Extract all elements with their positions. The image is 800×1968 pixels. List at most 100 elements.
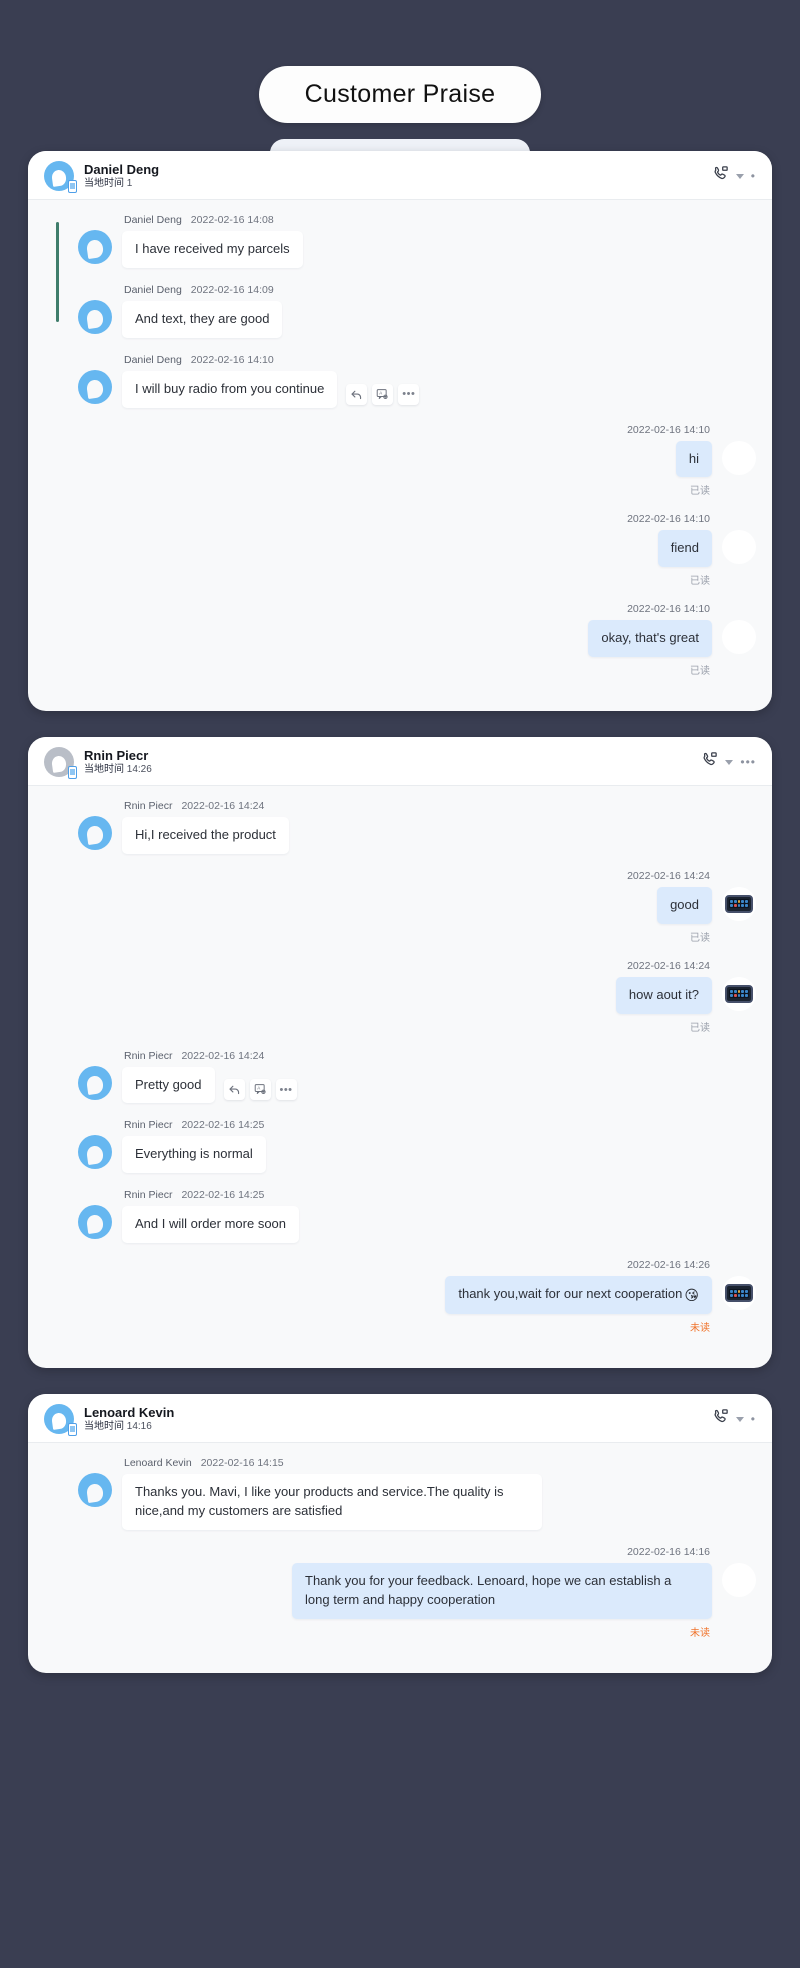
- phone-video-icon[interactable]: [712, 165, 729, 187]
- contact-local-time: 当地时间 1: [84, 177, 133, 189]
- message-meta: Rnin Piecr 2022-02-16 14:25: [124, 1189, 299, 1201]
- message-meta: Rnin Piecr 2022-02-16 14:25: [124, 1119, 266, 1131]
- more-options-icon[interactable]: •••: [398, 383, 420, 405]
- message-meta: Daniel Deng 2022-02-16 14:08: [124, 214, 303, 226]
- message-sender: Rnin Piecr: [124, 800, 173, 813]
- message-bubble[interactable]: how aout it?: [615, 976, 712, 1014]
- contact-droplet-avatar: [78, 1473, 112, 1508]
- avatar: [78, 1065, 112, 1100]
- read-status-badge: 未读: [690, 1627, 710, 1639]
- message-time: 2022-02-16 14:24: [181, 800, 265, 813]
- message-time: 2022-02-16 14:25: [181, 1189, 265, 1202]
- message-row-outgoing: 2022-02-16 14:16 Thank you for your feedb…: [44, 1546, 756, 1639]
- message-bubble[interactable]: Thank you for your feedback. Lenoard, ho…: [292, 1563, 712, 1619]
- message-bubble[interactable]: I will buy radio from you continue: [122, 370, 338, 408]
- message-bubble[interactable]: Hi,I received the product: [122, 817, 289, 854]
- chat-card-list: Daniel Deng 当地时间 1 • Daniel Deng 2022-02-16 …: [0, 151, 800, 1673]
- reply-icon[interactable]: [346, 383, 368, 405]
- read-status-badge: 已读: [690, 576, 710, 588]
- avatar: [722, 976, 756, 1011]
- message-row-outgoing: 2022-02-16 14:24 good 已读: [44, 870, 756, 944]
- message-bubble[interactable]: fiend: [657, 530, 712, 568]
- chat-card-header: Rnin Piecr 当地时间 14:26 •••: [28, 737, 772, 787]
- contact-droplet-avatar: [78, 1135, 112, 1170]
- message-sender: Rnin Piecr: [124, 1189, 173, 1202]
- avatar: [78, 1473, 112, 1508]
- message-bubble[interactable]: okay, that's great: [588, 620, 712, 658]
- message-bubble[interactable]: Everything is normal: [122, 1136, 266, 1174]
- mobile-badge-icon: [68, 766, 77, 780]
- message-time: 2022-02-16 14:16: [627, 1546, 710, 1559]
- message-sender: Daniel Deng: [124, 214, 182, 226]
- reply-icon[interactable]: [223, 1079, 245, 1101]
- contact-droplet-avatar: [78, 299, 112, 334]
- more-options-icon[interactable]: •••: [740, 756, 756, 768]
- message-bubble[interactable]: hi: [675, 440, 712, 478]
- message-actions[interactable]: A •••: [346, 383, 420, 405]
- contact-avatar: [44, 1404, 77, 1437]
- message-row-outgoing: 2022-02-16 14:26 thank you,wait for our n…: [44, 1259, 756, 1334]
- chevron-down-icon[interactable]: [735, 1416, 744, 1422]
- message-actions[interactable]: A •••: [223, 1079, 297, 1101]
- avatar: [722, 886, 756, 921]
- avatar: [78, 299, 112, 334]
- read-status-badge: 已读: [690, 1022, 710, 1034]
- chat-message-list: Daniel Deng 2022-02-16 14:08 I have receiv…: [28, 200, 772, 711]
- contact-droplet-avatar: [78, 230, 112, 264]
- message-time: 2022-02-16 14:15: [200, 1457, 284, 1470]
- mobile-badge-icon: [68, 1423, 77, 1437]
- message-row-incoming: Daniel Deng 2022-02-16 14:09 And text, the…: [44, 284, 756, 338]
- translate-icon[interactable]: A: [249, 1079, 271, 1101]
- message-time: 2022-02-16 14:26: [627, 1259, 710, 1272]
- message-meta: Daniel Deng 2022-02-16 14:10: [124, 354, 419, 366]
- message-row-outgoing: 2022-02-16 14:24 how aout it? 已读: [44, 960, 756, 1034]
- more-options-icon[interactable]: •••: [275, 1079, 297, 1101]
- message-bubble[interactable]: Pretty good: [122, 1066, 215, 1104]
- message-time: 2022-02-16 14:10: [627, 513, 710, 526]
- message-bubble[interactable]: And I will order more soon: [122, 1206, 300, 1244]
- message-row-incoming: Rnin Piecr 2022-02-16 14:25 Everything is …: [44, 1119, 756, 1174]
- message-row-incoming: Rnin Piecr 2022-02-16 14:25 And I will ord…: [44, 1189, 756, 1244]
- svg-text:A: A: [380, 390, 383, 395]
- read-status-badge: 已读: [690, 666, 710, 678]
- avatar: [78, 1135, 112, 1170]
- message-row-outgoing: 2022-02-16 14:10 fiend 已读: [44, 513, 756, 587]
- more-options-icon[interactable]: •: [751, 170, 756, 182]
- message-row-incoming: Rnin Piecr 2022-02-16 14:24 Pretty good A ••…: [44, 1050, 756, 1104]
- device-photo-avatar: [722, 976, 756, 1011]
- message-sender: Rnin Piecr: [124, 1119, 173, 1132]
- device-photo-avatar: [722, 886, 756, 921]
- message-time: 2022-02-16 14:24: [627, 959, 710, 972]
- contact-local-time: 当地时间 14:16: [84, 1421, 152, 1433]
- mobile-badge-icon: [68, 180, 77, 193]
- message-time: 2022-02-16 14:10: [190, 353, 274, 366]
- avatar: [78, 816, 112, 851]
- chevron-down-icon[interactable]: [735, 173, 744, 179]
- contact-name: Daniel Deng: [84, 161, 160, 177]
- chat-card: Daniel Deng 当地时间 1 • Daniel Deng 2022-02-16 …: [28, 151, 772, 712]
- message-sender: Lenoard Kevin: [124, 1457, 192, 1470]
- avatar: [722, 440, 756, 475]
- message-bubble[interactable]: good: [657, 886, 712, 924]
- message-row-outgoing: 2022-02-16 14:10 okay, that's great 已读: [44, 603, 756, 677]
- message-time: 2022-02-16 14:09: [190, 283, 274, 296]
- more-options-icon[interactable]: •: [751, 1413, 756, 1425]
- device-photo-avatar: [722, 1276, 756, 1311]
- message-meta: Rnin Piecr 2022-02-16 14:24: [124, 800, 289, 812]
- message-bubble[interactable]: I have received my parcels: [122, 231, 303, 268]
- translate-icon[interactable]: A: [372, 383, 394, 405]
- message-bubble[interactable]: Thanks you. Mavi, I like your products a…: [122, 1474, 542, 1531]
- avatar: [78, 369, 112, 404]
- message-bubble[interactable]: And text, they are good: [122, 300, 283, 338]
- contact-droplet-avatar: [78, 1065, 112, 1100]
- message-time: 2022-02-16 14:10: [627, 423, 710, 436]
- contact-avatar: [44, 161, 77, 193]
- phone-video-icon[interactable]: [701, 751, 718, 773]
- message-meta: Lenoard Kevin 2022-02-16 14:15: [124, 1457, 542, 1469]
- phone-video-icon[interactable]: [712, 1408, 729, 1430]
- message-row-incoming: Daniel Deng 2022-02-16 14:08 I have receiv…: [44, 214, 756, 268]
- chevron-down-icon[interactable]: [725, 759, 734, 765]
- message-bubble[interactable]: thank you,wait for our next cooperation 😘: [445, 1276, 712, 1315]
- contact-avatar: [44, 747, 77, 780]
- message-sender: Daniel Deng: [124, 353, 182, 366]
